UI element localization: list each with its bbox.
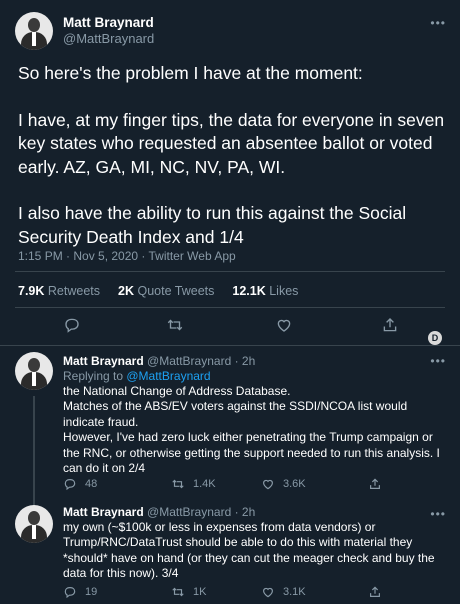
reply-content: Matt Braynard @MattBraynard · 2h Replyin… — [63, 354, 448, 476]
retweet-count: 1.4K — [193, 478, 216, 490]
replying-to: Replying to @MattBraynard — [63, 369, 211, 383]
like-icon — [263, 587, 273, 598]
share-action[interactable] — [368, 477, 382, 491]
retweet-action[interactable]: 1.4K — [171, 477, 216, 491]
reply-text: my own (~$100k or less in expenses from … — [63, 520, 438, 581]
reply-header: Matt Braynard @MattBraynard · 2h — [63, 354, 448, 369]
reply-icon[interactable] — [63, 316, 81, 334]
like-icon — [263, 479, 273, 490]
like-count: 3.1K — [283, 586, 306, 598]
extension-badge[interactable]: D — [428, 331, 442, 345]
reply-icon — [64, 587, 76, 599]
author-names: Matt Braynard @MattBraynard — [63, 14, 154, 50]
like-icon[interactable] — [275, 316, 293, 334]
share-action[interactable] — [368, 585, 382, 599]
reply-icon — [64, 479, 76, 491]
reply-count: 48 — [85, 478, 98, 490]
avatar[interactable] — [15, 352, 53, 390]
author-handle[interactable]: @MattBraynard — [63, 31, 154, 47]
avatar[interactable] — [15, 505, 53, 543]
reply-action[interactable]: 19 — [63, 585, 97, 599]
like-count: 3.6K — [283, 478, 306, 490]
reply-header: Matt Braynard @MattBraynard · 2h — [63, 505, 448, 520]
share-icon[interactable] — [381, 316, 399, 334]
tweet-meta[interactable]: 1:15 PM · Nov 5, 2020 · Twitter Web App — [18, 249, 236, 263]
share-icon — [370, 478, 380, 489]
divider — [15, 307, 445, 308]
reply-action[interactable]: 48 — [63, 477, 97, 491]
avatar[interactable] — [15, 12, 53, 50]
reply-actions: 19 1K 3.1K — [63, 585, 448, 601]
replying-to-link[interactable]: @MattBraynard — [126, 369, 210, 383]
retweets-stat[interactable]: 7.9K Retweets — [18, 284, 100, 298]
reply-text: the National Change of Address Database.… — [63, 384, 440, 476]
like-action[interactable]: 3.1K — [261, 585, 306, 599]
main-tweet-header: Matt Braynard @MattBraynard — [15, 12, 154, 50]
reply-actions: 48 1.4K 3.6K — [63, 477, 448, 493]
author-handle[interactable]: @MattBraynard · 2h — [147, 505, 255, 519]
author-name[interactable]: Matt Braynard — [63, 505, 144, 519]
retweet-icon — [172, 587, 184, 597]
tweet-actions — [0, 316, 460, 340]
reply-content: Matt Braynard @MattBraynard · 2h my own … — [63, 505, 448, 582]
tweet-stats: 7.9K Retweets 2K Quote Tweets 12.1K Like… — [18, 284, 298, 298]
like-action[interactable]: 3.6K — [261, 477, 306, 491]
retweet-icon[interactable] — [166, 316, 184, 334]
divider — [15, 271, 445, 272]
author-name[interactable]: Matt Braynard — [63, 14, 154, 31]
retweet-icon — [172, 479, 184, 489]
share-icon — [370, 586, 380, 597]
retweet-count: 1K — [193, 586, 207, 598]
reply-count: 19 — [85, 586, 98, 598]
likes-stat[interactable]: 12.1K Likes — [232, 284, 298, 298]
quote-tweets-stat[interactable]: 2K Quote Tweets — [118, 284, 214, 298]
divider — [0, 345, 460, 346]
tweet-text: So here's the problem I have at the mome… — [18, 63, 445, 247]
author-name[interactable]: Matt Braynard — [63, 354, 144, 368]
retweet-action[interactable]: 1K — [171, 585, 206, 599]
more-icon[interactable]: ••• — [430, 16, 446, 30]
author-handle[interactable]: @MattBraynard · 2h — [147, 354, 255, 368]
